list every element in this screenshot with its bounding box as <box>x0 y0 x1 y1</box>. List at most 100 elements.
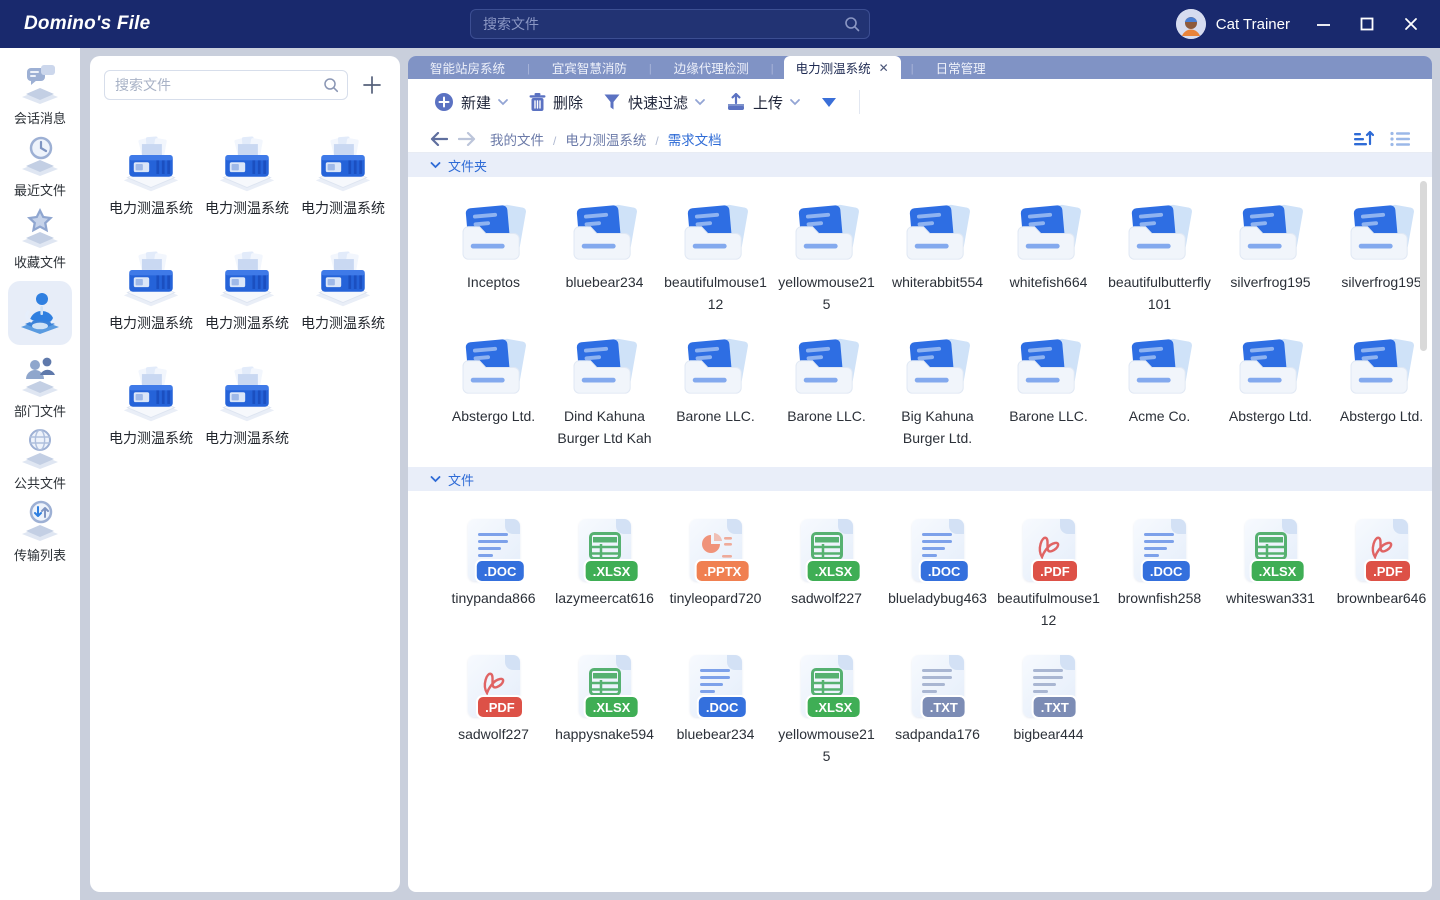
list-view-icon[interactable] <box>1390 131 1410 147</box>
folder-item[interactable]: beautifulbutterfly101 <box>1104 203 1215 315</box>
file-item[interactable]: .DOC bluebear234 <box>660 653 771 767</box>
file-type-badge: .XLSX <box>584 559 640 583</box>
user-menu[interactable]: Cat Trainer <box>1176 9 1290 39</box>
file-item[interactable]: .DOC blueladybug463 <box>882 517 993 631</box>
file-item[interactable]: .PPTX tinyleopard720 <box>660 517 771 631</box>
new-button[interactable]: 新建 <box>428 88 515 117</box>
quick-folder-grid: 电力测温系统 电力测温系统 <box>90 100 400 449</box>
section-files-label: 文件 <box>448 470 474 489</box>
add-button[interactable] <box>358 71 386 99</box>
file-item[interactable]: .TXT bigbear444 <box>993 653 1104 767</box>
quick-folder-item[interactable]: 电力测温系统 <box>199 366 295 449</box>
folder-item[interactable]: whitefish664 <box>993 203 1104 315</box>
folder-name: silverfrog195 <box>1219 271 1323 293</box>
sidebar-item-label: 最近文件 <box>14 180 66 199</box>
back-arrow-icon[interactable] <box>430 132 448 146</box>
sidebar-item-transfers[interactable]: 传输列表 <box>2 499 78 564</box>
user-icon <box>18 290 62 334</box>
section-files[interactable]: 文件 <box>408 467 1432 491</box>
forward-arrow-icon[interactable] <box>458 132 476 146</box>
quick-folder-item[interactable]: 电力测温系统 <box>295 251 391 334</box>
folder-item[interactable]: Barone LLC. <box>993 337 1104 449</box>
sidebar-item-department[interactable]: 部门文件 <box>2 355 78 420</box>
sidebar-item-favorites[interactable]: 收藏文件 <box>2 206 78 271</box>
file-item[interactable]: .DOC brownfish258 <box>1104 517 1215 631</box>
breadcrumb-item[interactable]: 电力测温系统 <box>565 129 667 149</box>
section-folders[interactable]: 文件夹 <box>408 153 1432 177</box>
file-item[interactable]: .XLSX yellowmouse215 <box>771 653 882 767</box>
plus-circle-icon <box>434 92 454 112</box>
quick-folder-item[interactable]: 电力测温系统 <box>199 136 295 219</box>
transfer-icon <box>18 499 62 543</box>
file-item[interactable]: .PDF brownbear646 <box>1326 517 1432 631</box>
sidebar-item-recent[interactable]: 最近文件 <box>2 134 78 199</box>
tab[interactable]: 电力测温系统 ✕ <box>784 56 924 79</box>
file-item[interactable]: .DOC tinypanda866 <box>438 517 549 631</box>
scrollbar-thumb[interactable] <box>1420 181 1427 351</box>
folder-item[interactable]: Dind Kahuna Burger Ltd Kah <box>549 337 660 449</box>
quick-filter-button[interactable]: 快速过滤 <box>597 88 712 117</box>
close-button[interactable] <box>1400 13 1422 35</box>
folder-name: yellowmouse215 <box>775 271 879 315</box>
delete-button[interactable]: 删除 <box>523 88 589 117</box>
folder-item[interactable]: bluebear234 <box>549 203 660 315</box>
file-item[interactable]: .PDF sadwolf227 <box>438 653 549 767</box>
breadcrumb: 我的文件 电力测温系统 需求文档 <box>490 129 722 149</box>
folder-name: Barone LLC. <box>997 405 1101 427</box>
folder-item[interactable]: beautifulmouse112 <box>660 203 771 315</box>
file-item[interactable]: .XLSX whiteswan331 <box>1215 517 1326 631</box>
file-item[interactable]: .XLSX lazymeercat616 <box>549 517 660 631</box>
folder-item[interactable]: Abstergo Ltd. <box>438 337 549 449</box>
folder-name: beautifulmouse112 <box>664 271 768 315</box>
user-name: Cat Trainer <box>1216 16 1290 33</box>
quick-folder-item[interactable]: 电力测温系统 <box>103 366 199 449</box>
file-item[interactable]: .PDF beautifulmouse112 <box>993 517 1104 631</box>
folder-item[interactable]: Acme Co. <box>1104 337 1215 449</box>
tab[interactable]: 智能站房系统 ✕ <box>418 56 540 79</box>
file-name: bigbear444 <box>997 723 1101 745</box>
minimize-button[interactable] <box>1312 13 1334 35</box>
file-item[interactable]: .TXT sadpanda176 <box>882 653 993 767</box>
breadcrumb-item[interactable]: 我的文件 <box>490 129 565 149</box>
tab-bar: 智能站房系统 ✕ 宜宾智慧消防 ✕ 边缘代理检测 ✕ 电力 <box>408 56 1432 79</box>
folder-name: whiterabbit554 <box>886 271 990 293</box>
tab[interactable]: 边缘代理检测 ✕ <box>662 56 784 79</box>
maximize-button[interactable] <box>1356 13 1378 35</box>
folder-item[interactable]: Barone LLC. <box>660 337 771 449</box>
file-icon: .DOC <box>912 519 964 581</box>
folder-grid: Inceptos bluebear234 <box>408 177 1432 467</box>
folder-name: Dind Kahuna Burger Ltd Kah <box>553 405 657 449</box>
tab[interactable]: 宜宾智慧消防 ✕ <box>540 56 662 79</box>
sidebar-item-public[interactable]: 公共文件 <box>2 427 78 492</box>
folder-item[interactable]: Barone LLC. <box>771 337 882 449</box>
folder-item[interactable]: Abstergo Ltd. <box>1326 337 1432 449</box>
tab[interactable]: 日常管理 ✕ <box>924 56 998 79</box>
more-actions-button[interactable] <box>815 93 843 112</box>
archive-box-icon <box>314 136 372 192</box>
quick-folder-item[interactable]: 电力测温系统 <box>199 251 295 334</box>
file-icon: .PDF <box>468 655 520 717</box>
folder-name: bluebear234 <box>553 271 657 293</box>
file-item[interactable]: .XLSX happysnake594 <box>549 653 660 767</box>
folder-item[interactable]: whiterabbit554 <box>882 203 993 315</box>
folder-item[interactable]: silverfrog195 <box>1215 203 1326 315</box>
sort-icon[interactable] <box>1354 130 1374 147</box>
breadcrumb-item[interactable]: 需求文档 <box>668 129 722 149</box>
folder-item[interactable]: yellowmouse215 <box>771 203 882 315</box>
upload-button[interactable]: 上传 <box>720 88 807 117</box>
folder-item[interactable]: Inceptos <box>438 203 549 315</box>
sidebar: 会话消息 最近文件 收藏文件 <box>0 48 80 900</box>
folder-item[interactable]: Abstergo Ltd. <box>1215 337 1326 449</box>
folder-item[interactable]: silverfrog195 <box>1326 203 1432 315</box>
tab-close-icon[interactable]: ✕ <box>879 61 889 75</box>
sidebar-item-messages[interactable]: 会话消息 <box>2 62 78 127</box>
global-search-input[interactable] <box>470 9 870 39</box>
quick-folder-item[interactable]: 电力测温系统 <box>295 136 391 219</box>
file-item[interactable]: .XLSX sadwolf227 <box>771 517 882 631</box>
quick-folder-item[interactable]: 电力测温系统 <box>103 136 199 219</box>
sidebar-item-selected[interactable] <box>8 281 72 345</box>
panel-search-input[interactable] <box>104 70 348 100</box>
file-name: blueladybug463 <box>886 587 990 609</box>
folder-item[interactable]: Big Kahuna Burger Ltd. <box>882 337 993 449</box>
quick-folder-item[interactable]: 电力测温系统 <box>103 251 199 334</box>
